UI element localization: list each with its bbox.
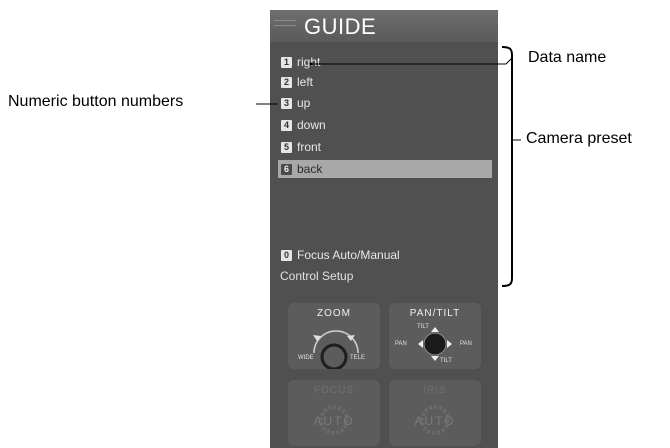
numeric-buttons-annotation: Numeric button numbers	[8, 93, 184, 110]
camera-preset-annotation: Camera preset	[526, 130, 632, 147]
data-name-annotation: Data name	[528, 49, 607, 66]
callout-lines	[256, 46, 521, 287]
